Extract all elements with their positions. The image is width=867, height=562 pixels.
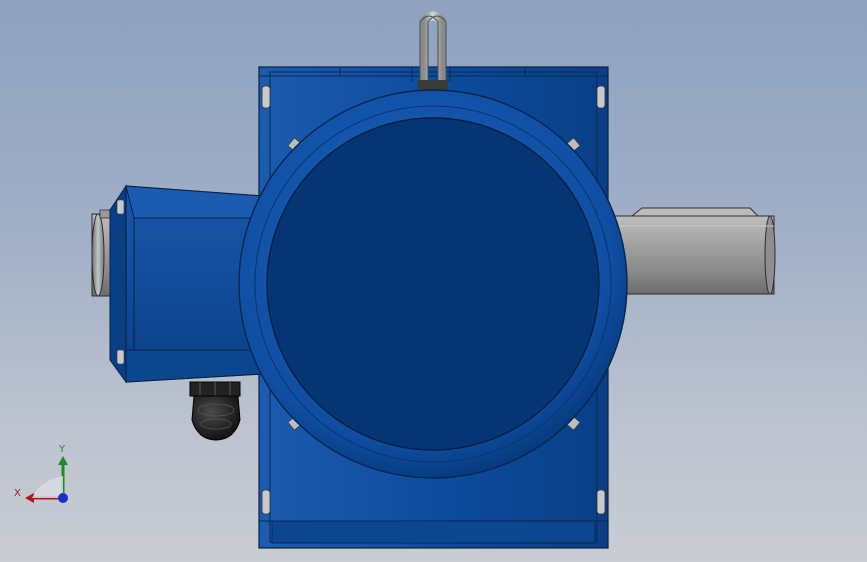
cable-gland bbox=[189, 381, 241, 441]
motor-end-cover bbox=[238, 89, 628, 479]
gear-motor-model[interactable] bbox=[0, 0, 867, 562]
axis-triad[interactable]: Y X bbox=[10, 440, 80, 510]
cad-viewport[interactable]: Y X bbox=[0, 0, 867, 562]
y-axis-label: Y bbox=[58, 444, 66, 455]
y-axis-arrow bbox=[58, 456, 68, 465]
output-shaft bbox=[611, 207, 776, 295]
x-axis-label: X bbox=[14, 488, 21, 499]
z-axis-dot bbox=[58, 493, 68, 503]
triad-plane bbox=[32, 476, 63, 498]
shaft-key bbox=[630, 207, 760, 217]
